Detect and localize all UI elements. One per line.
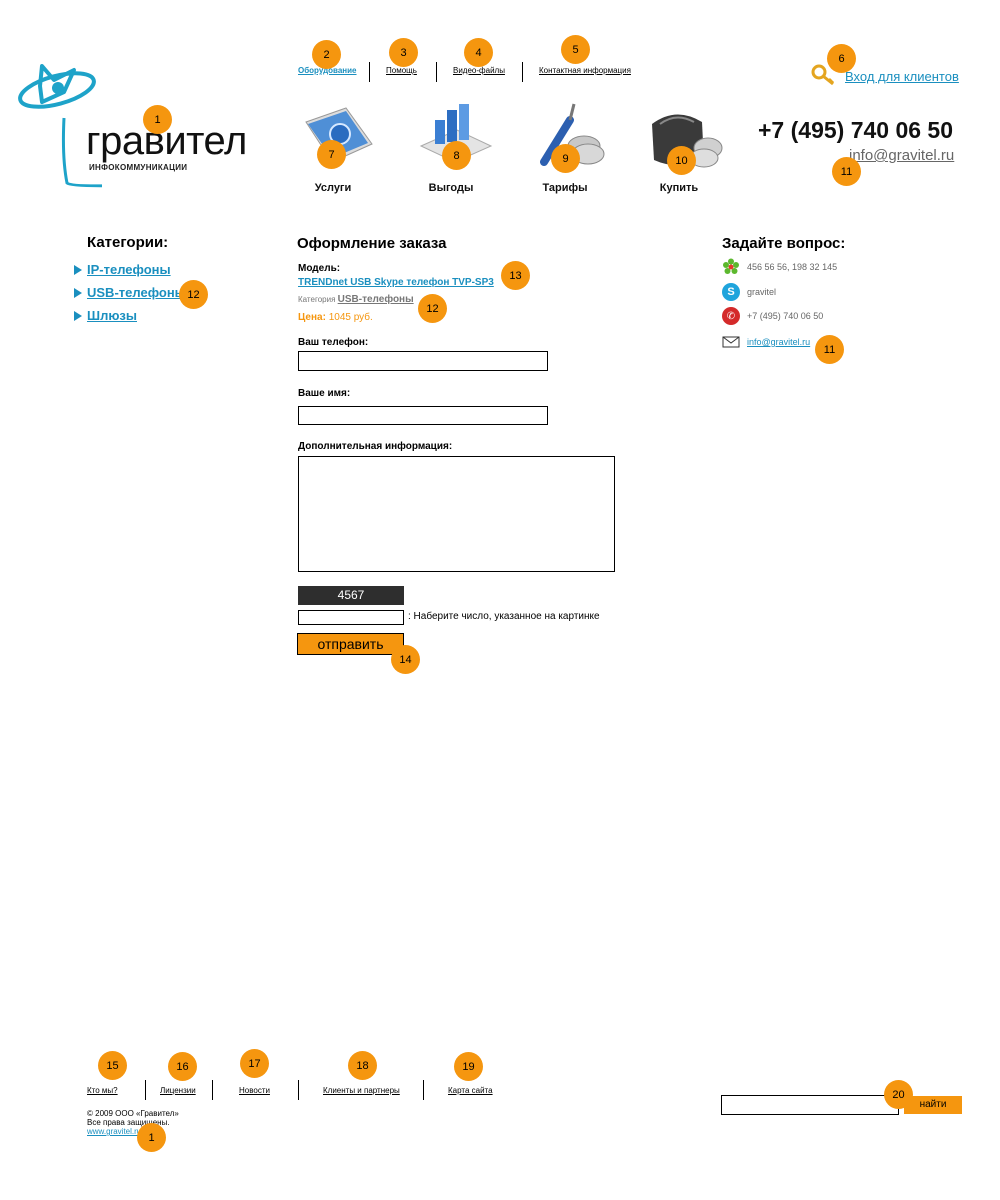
ask-title: Задайте вопрос: <box>722 235 846 252</box>
ask-phone: +7 (495) 740 06 50 <box>747 311 824 321</box>
marker-badge: 12 <box>179 280 208 309</box>
footer-clients[interactable]: Клиенты и партнеры <box>323 1086 400 1095</box>
category-line: Категория USB-телефоны <box>298 294 414 305</box>
category-label: Категория <box>298 295 336 304</box>
nav-separator <box>522 62 523 82</box>
login-link[interactable]: Вход для клиентов <box>845 69 959 84</box>
category-usb-phones[interactable]: USB-телефоны <box>74 285 186 300</box>
footer-separator <box>298 1080 299 1100</box>
name-label: Ваше имя: <box>298 388 351 399</box>
ask-skype-row: S gravitel <box>722 283 776 301</box>
marker-badge: 6 <box>827 44 856 73</box>
marker-badge: 19 <box>454 1052 483 1081</box>
captcha-image: 4567 <box>298 586 404 605</box>
ask-email-link[interactable]: info@gravitel.ru <box>747 337 810 347</box>
marker-badge: 16 <box>168 1052 197 1081</box>
info-textarea[interactable] <box>298 456 615 572</box>
name-input[interactable] <box>298 406 548 425</box>
model-label: Модель: <box>298 263 341 274</box>
marker-badge: 1 <box>137 1123 166 1152</box>
category-value-link[interactable]: USB-телефоны <box>338 294 414 305</box>
marker-badge: 10 <box>667 146 696 175</box>
model-link[interactable]: TRENDnet USB Skype телефон TVP-SP3 <box>298 277 494 288</box>
nav-separator <box>369 62 370 82</box>
footer-separator <box>212 1080 213 1100</box>
captcha-input[interactable] <box>298 610 404 625</box>
nav-help[interactable]: Помощь <box>386 66 417 75</box>
footer-separator <box>423 1080 424 1100</box>
category-link[interactable]: USB-телефоны <box>87 285 186 300</box>
price-value: 1045 руб. <box>328 312 373 323</box>
footer-separator <box>145 1080 146 1100</box>
phone-input[interactable] <box>298 351 548 371</box>
marker-badge: 11 <box>815 335 844 364</box>
website-link[interactable]: www.gravitel.ru <box>87 1127 141 1136</box>
logo-subtitle: ИНФОКОММУНИКАЦИИ <box>89 163 188 172</box>
phone-icon: ✆ <box>722 307 740 325</box>
captcha-hint: : Наберите число, указанное на картинке <box>408 611 600 622</box>
ask-phone-row: ✆ +7 (495) 740 06 50 <box>722 307 823 325</box>
marker-badge: 12 <box>418 294 447 323</box>
categories-title: Категории: <box>87 234 169 251</box>
marker-badge: 17 <box>240 1049 269 1078</box>
submit-button[interactable]: отправить <box>297 633 404 655</box>
envelope-icon <box>722 333 740 351</box>
copyright-line: © 2009 ООО «Гравител» <box>87 1109 179 1118</box>
header-email-link[interactable]: info@gravitel.ru <box>849 147 954 164</box>
skype-icon: S <box>722 283 740 301</box>
marker-badge: 7 <box>317 140 346 169</box>
marker-badge: 11 <box>832 157 861 186</box>
footer-licenses[interactable]: Лицензии <box>160 1086 196 1095</box>
nav-tariffs[interactable]: Тарифы <box>525 182 605 194</box>
arrow-right-icon <box>74 310 82 321</box>
price-line: Цена: 1045 руб. <box>298 312 373 323</box>
arrow-right-icon <box>74 264 82 275</box>
nav-benefits[interactable]: Выгоды <box>411 182 491 194</box>
footer-about[interactable]: Кто мы? <box>87 1086 118 1095</box>
marker-badge: 9 <box>551 144 580 173</box>
footer-news[interactable]: Новости <box>239 1086 270 1095</box>
marker-badge: 5 <box>561 35 590 64</box>
nav-separator <box>436 62 437 82</box>
marker-badge: 8 <box>442 141 471 170</box>
search-input[interactable] <box>721 1095 899 1115</box>
marker-badge: 2 <box>312 40 341 69</box>
marker-badge: 14 <box>391 645 420 674</box>
nav-services[interactable]: Услуги <box>293 182 373 194</box>
marker-badge: 18 <box>348 1051 377 1080</box>
icq-numbers: 456 56 56, 198 32 145 <box>747 262 838 272</box>
arrow-right-icon <box>74 287 82 298</box>
nav-video-files[interactable]: Видео-файлы <box>453 66 505 75</box>
ask-email-row: info@gravitel.ru <box>722 333 810 351</box>
skype-name: gravitel <box>747 287 777 297</box>
page-title: Оформление заказа <box>297 235 447 252</box>
category-link[interactable]: Шлюзы <box>87 308 137 323</box>
price-label: Цена: <box>298 312 326 323</box>
marker-badge: 20 <box>884 1080 913 1109</box>
marker-badge: 3 <box>389 38 418 67</box>
category-ip-phones[interactable]: IP-телефоны <box>74 262 171 277</box>
nav-buy[interactable]: Купить <box>639 182 719 194</box>
marker-badge: 1 <box>143 105 172 134</box>
search-button[interactable]: найти <box>904 1096 962 1114</box>
category-gateways[interactable]: Шлюзы <box>74 308 137 323</box>
marker-badge: 13 <box>501 261 530 290</box>
header-phone: +7 (495) 740 06 50 <box>758 117 954 143</box>
category-link[interactable]: IP-телефоны <box>87 262 171 277</box>
marker-badge: 4 <box>464 38 493 67</box>
icq-flower-icon <box>722 258 740 276</box>
nav-contact-info[interactable]: Контактная информация <box>539 66 631 75</box>
ask-icq-row: 456 56 56, 198 32 145 <box>722 258 837 276</box>
marker-badge: 15 <box>98 1051 127 1080</box>
info-label: Дополнительная информация: <box>298 441 453 452</box>
phone-label: Ваш телефон: <box>298 337 369 348</box>
rights-line: Все права защищены. <box>87 1118 170 1127</box>
footer-sitemap[interactable]: Карта сайта <box>448 1086 493 1095</box>
